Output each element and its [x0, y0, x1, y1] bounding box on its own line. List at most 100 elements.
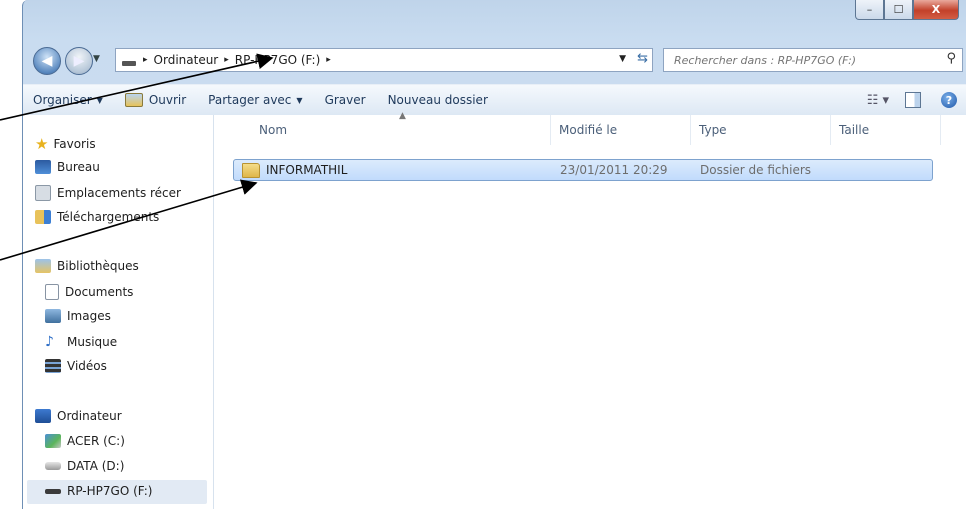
nav-ordinateur-label: Ordinateur [57, 409, 122, 423]
search-box[interactable]: ⚲ [663, 48, 963, 72]
nav-acer[interactable]: ACER (C:) [45, 434, 125, 448]
address-bar[interactable]: ▸ Ordinateur ▸ RP-HP7GO (F:) ▸ ▼ ⇆ [115, 48, 653, 72]
back-button[interactable]: ◀ [33, 47, 61, 75]
nav-documents[interactable]: Documents [45, 284, 133, 300]
download-icon [35, 210, 51, 224]
maximize-button[interactable]: ☐ [884, 0, 913, 20]
table-row[interactable]: INFORMATHIL 23/01/2011 20:29 Dossier de … [233, 159, 933, 181]
image-icon [45, 309, 61, 323]
nav-emplacements-label: Emplacements récer [57, 186, 181, 200]
recent-places-icon [35, 185, 51, 201]
breadcrumb-ordinateur[interactable]: Ordinateur [151, 53, 222, 67]
folder-open-icon [124, 93, 143, 107]
nouveau-dossier-button[interactable]: Nouveau dossier [378, 93, 500, 107]
preview-pane-icon[interactable] [905, 92, 921, 108]
history-dropdown-icon[interactable]: ▼ [93, 54, 100, 64]
nav-videos-label: Vidéos [67, 359, 107, 373]
view-options-icon[interactable]: ☷ ▾ [867, 93, 889, 108]
document-icon [45, 284, 59, 300]
graver-label: Graver [324, 93, 366, 107]
sort-ascending-icon: ▲ [399, 111, 406, 121]
search-icon[interactable]: ⚲ [946, 51, 956, 66]
chevron-down-icon: ▼ [96, 95, 103, 105]
nav-rp-label: RP-HP7GO (F:) [67, 484, 153, 498]
column-headers: ▲ Nom Modifié le Type Taille [215, 111, 966, 145]
organiser-menu[interactable]: Organiser ▼ [23, 93, 115, 107]
navigation-pane: ★ Favoris Bureau Emplacements récer Téléc… [23, 115, 214, 509]
explorer-window: – ☐ X ◀ ▶ ▼ ▸ Ordinateur ▸ RP-HP7GO (F:)… [22, 0, 966, 509]
forward-button[interactable]: ▶ [65, 47, 93, 75]
breadcrumb-drive[interactable]: RP-HP7GO (F:) [232, 53, 323, 67]
column-type-label: Type [699, 123, 727, 137]
nav-bureau-label: Bureau [57, 160, 100, 174]
graver-button[interactable]: Graver [315, 93, 378, 107]
nav-favoris-label: Favoris [53, 137, 96, 151]
chevron-down-icon: ▼ [296, 95, 303, 105]
folder-icon [242, 162, 260, 178]
computer-icon [35, 409, 51, 423]
column-modifie[interactable]: Modifié le [551, 115, 691, 145]
nav-bibliotheques-label: Bibliothèques [57, 259, 139, 273]
file-modified: 23/01/2011 20:29 [560, 163, 668, 177]
partager-label: Partager avec [208, 93, 292, 107]
video-icon [45, 359, 61, 373]
ouvrir-label: Ouvrir [148, 93, 187, 107]
close-button[interactable]: X [913, 0, 959, 20]
nav-emplacements[interactable]: Emplacements récer [35, 185, 181, 201]
file-list: ▲ Nom Modifié le Type Taille INFORMATHIL … [215, 111, 966, 509]
view-controls: ☷ ▾ ? [867, 85, 966, 115]
file-type: Dossier de fichiers [700, 163, 812, 177]
column-modifie-label: Modifié le [559, 123, 618, 137]
nav-favoris[interactable]: ★ Favoris [35, 135, 96, 153]
breadcrumb-separator[interactable]: ▸ [140, 55, 151, 65]
partager-menu[interactable]: Partager avec ▼ [198, 93, 314, 107]
nav-bureau[interactable]: Bureau [35, 160, 100, 174]
refresh-icon[interactable]: ⇆ [637, 51, 648, 66]
breadcrumb-separator[interactable]: ▸ [221, 55, 232, 65]
address-dropdown-icon[interactable]: ▼ [619, 54, 626, 64]
nav-musique[interactable]: ♪ Musique [45, 334, 117, 350]
organiser-label: Organiser [33, 93, 92, 107]
column-type[interactable]: Type [691, 115, 831, 145]
music-icon: ♪ [45, 334, 54, 350]
removable-drive-icon [45, 488, 61, 494]
command-bar: Organiser ▼ Ouvrir Partager avec ▼ Graver … [23, 84, 966, 116]
file-name: INFORMATHIL [266, 163, 348, 177]
column-nom[interactable]: ▲ Nom [251, 111, 551, 145]
nav-documents-label: Documents [65, 285, 134, 299]
help-icon[interactable]: ? [941, 92, 957, 108]
system-drive-icon [45, 434, 61, 448]
library-icon [35, 259, 51, 273]
nav-bibliotheques[interactable]: Bibliothèques [35, 259, 139, 273]
window-controls: – ☐ X [855, 0, 959, 20]
navigation-row: ◀ ▶ ▼ ▸ Ordinateur ▸ RP-HP7GO (F:) ▸ ▼ ⇆… [23, 40, 966, 80]
content-area: ★ Favoris Bureau Emplacements récer Téléc… [23, 111, 966, 509]
nav-musique-label: Musique [67, 335, 118, 349]
nav-rp-hp7go[interactable]: RP-HP7GO (F:) [45, 484, 152, 498]
drive-icon [122, 60, 136, 66]
column-nom-label: Nom [259, 123, 288, 137]
column-taille-label: Taille [839, 123, 870, 137]
title-bar: – ☐ X [23, 0, 966, 30]
minimize-button[interactable]: – [855, 0, 884, 20]
ouvrir-button[interactable]: Ouvrir [115, 93, 198, 107]
nav-data-label: DATA (D:) [67, 459, 125, 473]
nav-telechargements-label: Téléchargements [57, 210, 160, 224]
star-icon: ★ [35, 135, 49, 153]
arrow-right-icon: ▶ [73, 53, 85, 69]
arrow-left-icon: ◀ [41, 53, 53, 69]
hard-drive-icon [45, 462, 61, 470]
nav-images[interactable]: Images [45, 309, 111, 323]
breadcrumb-separator[interactable]: ▸ [323, 55, 334, 65]
nav-acer-label: ACER (C:) [67, 434, 125, 448]
file-name-cell: INFORMATHIL [242, 160, 347, 180]
search-input[interactable] [672, 52, 936, 68]
nav-videos[interactable]: Vidéos [45, 359, 107, 373]
nav-images-label: Images [67, 309, 111, 323]
column-taille[interactable]: Taille [831, 115, 941, 145]
desktop-icon [35, 160, 51, 174]
nouveau-dossier-label: Nouveau dossier [387, 93, 488, 107]
nav-data[interactable]: DATA (D:) [45, 459, 124, 473]
nav-ordinateur[interactable]: Ordinateur [35, 409, 122, 423]
nav-telechargements[interactable]: Téléchargements [35, 210, 159, 224]
